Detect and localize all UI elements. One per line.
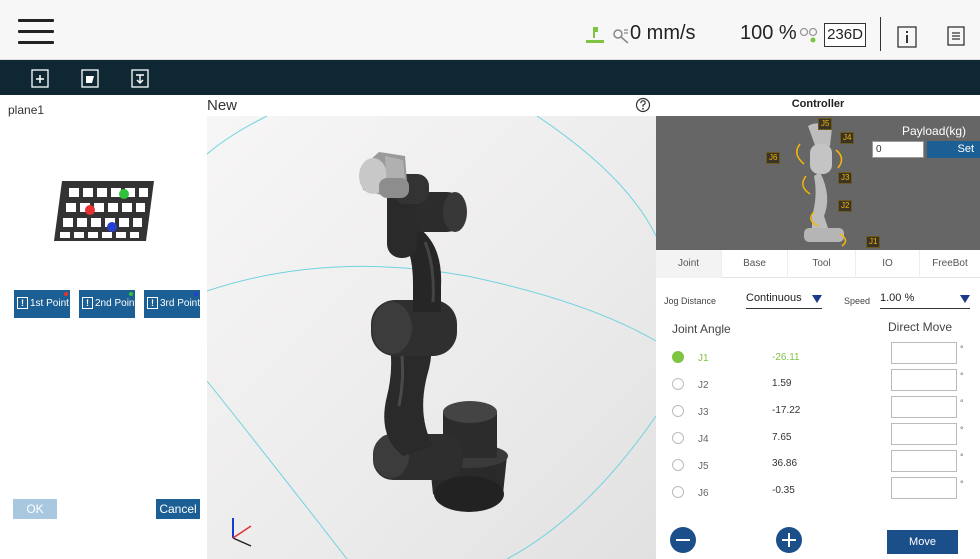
joint-direct-input[interactable] xyxy=(891,477,957,499)
joint-name: J1 xyxy=(698,353,709,364)
warning-icon: ! xyxy=(82,297,93,310)
degree-unit: ° xyxy=(960,344,964,354)
project-speed-percent[interactable]: 100 % xyxy=(740,22,797,45)
warning-icon: ! xyxy=(17,297,28,310)
network-icon xyxy=(799,27,818,43)
joint-radio-j6[interactable] xyxy=(672,486,684,498)
second-point-button[interactable]: ! 2nd Point xyxy=(79,290,135,318)
degree-unit: ° xyxy=(960,398,964,408)
joint-direct-input[interactable] xyxy=(891,423,957,445)
hamburger-menu-icon[interactable] xyxy=(18,17,54,45)
degree-unit: ° xyxy=(960,371,964,381)
robot-status-icon[interactable] xyxy=(584,24,606,44)
joint-name: J4 xyxy=(698,434,709,445)
point-color-dot xyxy=(129,292,133,296)
tab-joint[interactable]: Joint xyxy=(656,250,722,278)
minus-icon xyxy=(676,539,690,541)
joint-value: 7.65 xyxy=(772,432,792,443)
joint-direct-input[interactable] xyxy=(891,369,957,391)
tcp-speed-icon xyxy=(613,29,629,44)
plane-setup-panel: plane1 ! 1st Point ! 2nd Point ! 3rd Point … xyxy=(0,95,207,559)
dropdown-arrow-icon xyxy=(812,295,822,303)
help-icon[interactable] xyxy=(635,97,651,113)
point-color-dot xyxy=(194,292,198,296)
joint-value: 1.59 xyxy=(772,378,792,389)
joint-radio-j5[interactable] xyxy=(672,459,684,471)
save-project-icon[interactable] xyxy=(131,68,149,88)
joint-name: J3 xyxy=(698,407,709,418)
speed-select[interactable]: 1.00 % xyxy=(880,292,970,309)
controller-title: Controller xyxy=(791,98,845,110)
joint-angle-label: Joint Angle xyxy=(672,322,731,336)
new-project-icon[interactable] xyxy=(31,68,49,88)
plane-grid-illustration xyxy=(54,181,154,241)
direct-move-label: Direct Move xyxy=(888,320,953,334)
top-bar: 0 mm/s 100 % 236D xyxy=(0,0,980,60)
third-point-button[interactable]: ! 3rd Point xyxy=(144,290,200,318)
point-color-dot xyxy=(64,292,68,296)
speed-readout: 0 mm/s xyxy=(630,22,696,44)
joint-name: J2 xyxy=(698,380,709,391)
divider xyxy=(880,17,881,51)
viewport-title: New xyxy=(207,97,238,114)
tab-io[interactable]: IO xyxy=(856,250,920,278)
warning-icon: ! xyxy=(147,297,158,310)
controller-header: Controller xyxy=(656,95,980,116)
payload-set-button[interactable]: Set xyxy=(927,141,980,158)
joint-radio-j4[interactable] xyxy=(672,432,684,444)
open-project-icon[interactable] xyxy=(81,68,99,88)
joint-value: 36.86 xyxy=(772,458,798,469)
joint-tag-j3: J3 xyxy=(838,172,853,184)
cancel-button[interactable]: Cancel xyxy=(156,499,200,519)
joint-direct-input[interactable] xyxy=(891,396,957,418)
jog-mode-tabs: Joint Base Tool IO FreeBot xyxy=(656,250,980,278)
joint-name: J5 xyxy=(698,461,709,472)
jog-distance-label: Jog Distance xyxy=(664,296,717,306)
joint-tag-j2: J2 xyxy=(838,200,853,212)
move-button[interactable]: Move xyxy=(887,530,958,554)
payload-label: Payload(kg) xyxy=(902,124,967,138)
payload-input[interactable]: 0 xyxy=(872,141,924,158)
joint-tag-j4: J4 xyxy=(840,132,855,144)
project-toolbar xyxy=(0,60,980,95)
speed-label: Speed xyxy=(844,296,871,306)
joint-value: -17.22 xyxy=(772,405,801,416)
joint-radio-j1[interactable] xyxy=(672,351,684,363)
tab-base[interactable]: Base xyxy=(722,250,788,278)
tab-tool[interactable]: Tool xyxy=(788,250,856,278)
joint-name: J6 xyxy=(698,488,709,499)
first-point-button[interactable]: ! 1st Point xyxy=(14,290,70,318)
jog-minus-button[interactable] xyxy=(670,527,696,553)
degree-unit: ° xyxy=(960,425,964,435)
robot-arm-model[interactable] xyxy=(207,116,656,559)
info-icon[interactable] xyxy=(896,25,918,49)
joint-tag-j1: J1 xyxy=(866,236,881,248)
joint-value: -0.35 xyxy=(772,485,795,496)
joint-direct-input[interactable] xyxy=(891,342,957,364)
joint-direct-input[interactable] xyxy=(891,450,957,472)
3d-simulation-view[interactable] xyxy=(207,116,656,559)
dropdown-arrow-icon xyxy=(960,295,970,303)
degree-unit: ° xyxy=(960,452,964,462)
log-list-icon[interactable] xyxy=(946,25,966,47)
joint-radio-j3[interactable] xyxy=(672,405,684,417)
viewport-header: New xyxy=(207,95,656,116)
jog-plus-button[interactable] xyxy=(776,527,802,553)
controller-robot-preview: J5 J4 J6 J3 J2 J1 Payload(kg) 0 Set xyxy=(656,116,980,250)
controller-id-badge[interactable]: 236D xyxy=(824,23,866,47)
joint-radio-j2[interactable] xyxy=(672,378,684,390)
joint-tag-j6: J6 xyxy=(766,152,781,164)
degree-unit: ° xyxy=(960,479,964,489)
joint-value: -26.11 xyxy=(772,352,800,363)
tab-freebot[interactable]: FreeBot xyxy=(920,250,980,278)
plane-name-label: plane1 xyxy=(8,103,45,117)
axis-gizmo xyxy=(232,518,252,547)
ok-button[interactable]: OK xyxy=(13,499,57,519)
joint-tag-j5: J5 xyxy=(818,118,833,130)
jog-distance-select[interactable]: Continuous xyxy=(746,292,822,309)
